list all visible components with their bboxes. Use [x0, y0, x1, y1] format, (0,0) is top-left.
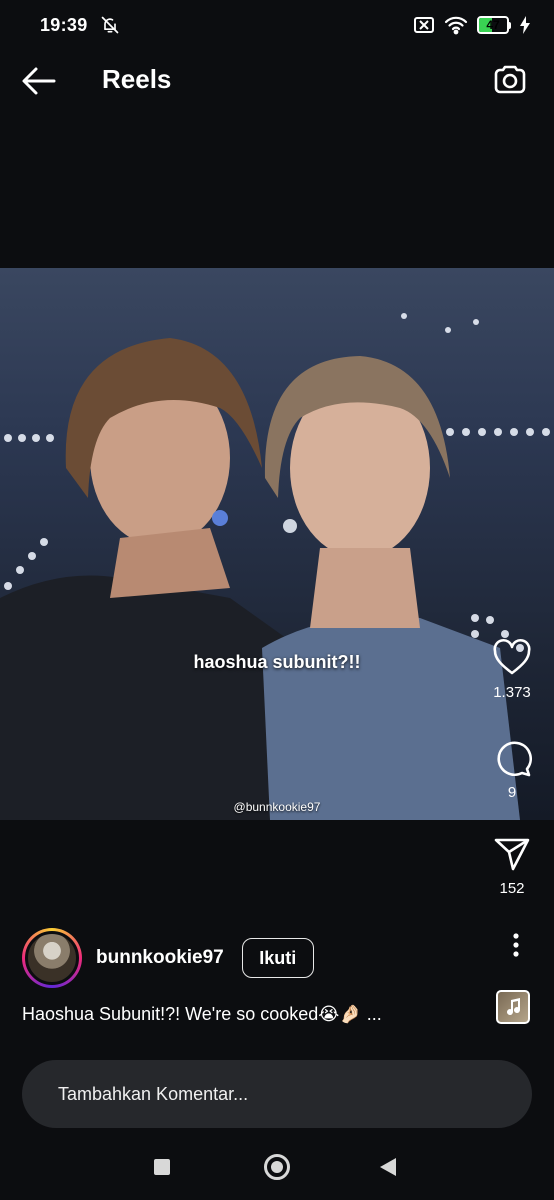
music-note-icon: [507, 998, 521, 1016]
avatar[interactable]: [22, 928, 82, 988]
video-frame-image: [0, 313, 550, 820]
video-overlay-text: haoshua subunit?!!: [193, 652, 361, 672]
comment-input[interactable]: Tambahkan Komentar...: [22, 1060, 532, 1128]
system-nav-bar: [0, 1140, 554, 1200]
comment-count: 9: [507, 784, 517, 801]
like-count: 1.373: [493, 684, 531, 701]
share-action: 152: [492, 834, 532, 924]
back-button[interactable]: [380, 1158, 396, 1176]
reels-header: Reels: [0, 50, 554, 112]
reel-actions: 1.373 9 152: [488, 638, 536, 924]
reel-caption[interactable]: Haoshua Subunit!?! We're so cooked😭🤌🏻 ..…: [22, 1004, 382, 1025]
status-bar: 19:39 47: [0, 0, 554, 50]
status-icons: 47: [413, 15, 530, 35]
avatar-image: [25, 931, 79, 985]
wifi-icon: [444, 16, 468, 35]
back-arrow-icon[interactable]: [20, 64, 58, 98]
page-title: Reels: [102, 64, 172, 94]
share-count: 152: [499, 880, 525, 897]
status-time: 19:39: [40, 14, 88, 35]
reel-video[interactable]: haoshua subunit?!! @bunnkookie97: [0, 268, 554, 820]
follow-button[interactable]: Ikuti: [241, 938, 314, 978]
comment-action: 9: [492, 738, 532, 834]
sim-x-icon: [414, 17, 434, 33]
author-username[interactable]: bunnkookie97: [96, 947, 224, 969]
battery-level: 47: [486, 18, 500, 32]
camera-icon[interactable]: [492, 62, 528, 98]
like-action: 1.373: [492, 638, 532, 738]
more-options-icon[interactable]: [510, 932, 522, 958]
author-row: bunnkookie97 Ikuti: [22, 928, 314, 988]
send-icon[interactable]: [492, 834, 532, 874]
heart-icon[interactable]: [492, 638, 532, 678]
comment-bubble-icon[interactable]: [492, 738, 532, 778]
battery-icon: 47: [477, 16, 511, 34]
audio-thumbnail[interactable]: [496, 990, 530, 1024]
charging-bolt-icon: [520, 16, 530, 34]
bell-off-icon: [101, 16, 118, 34]
home-button[interactable]: [264, 1154, 290, 1180]
video-watermark: @bunnkookie97: [233, 800, 321, 814]
recent-apps-button[interactable]: [154, 1159, 170, 1175]
